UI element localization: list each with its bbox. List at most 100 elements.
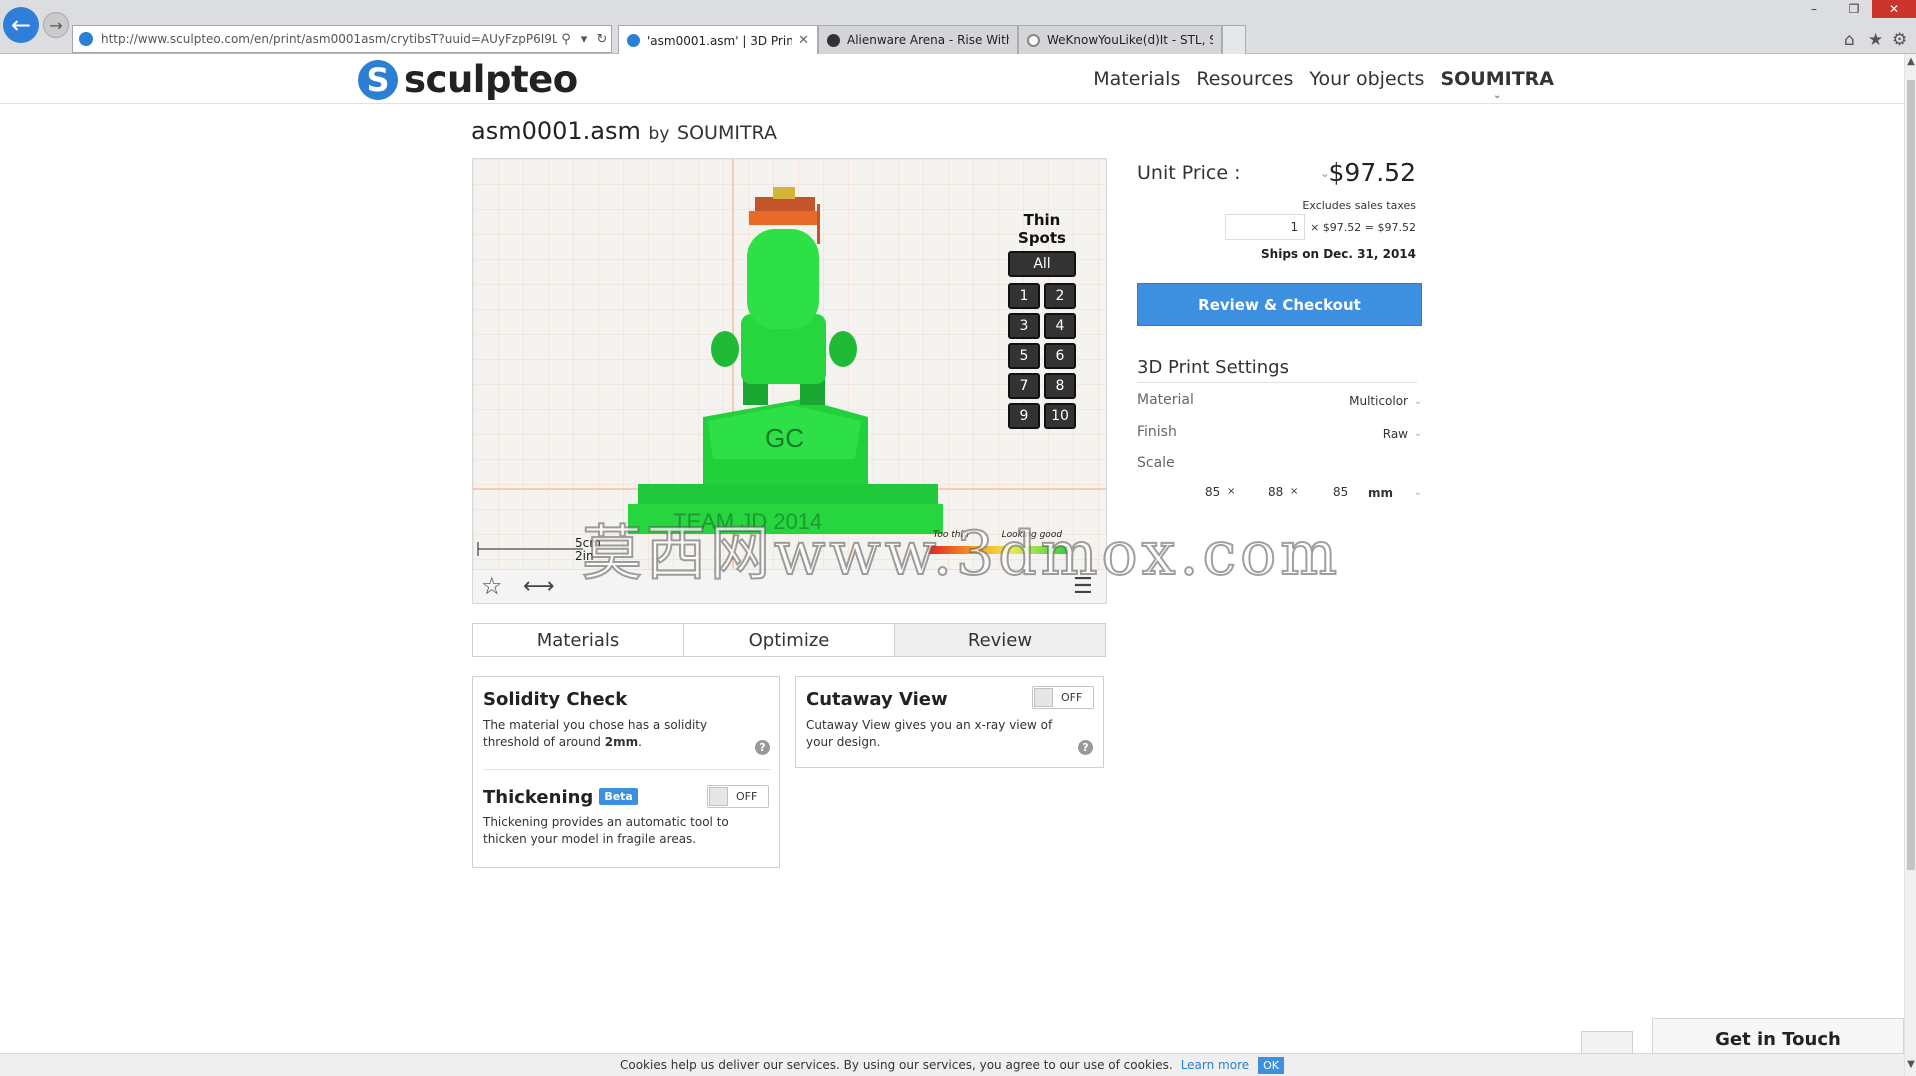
favorite-star-icon[interactable]: ☆ [481, 572, 503, 600]
thin-spot-button[interactable]: 6 [1044, 343, 1076, 369]
solidity-check-title: Solidity Check [483, 689, 628, 710]
new-tab-button[interactable] [1222, 25, 1246, 54]
thickening-text: Thickening provides an automatic tool to… [483, 815, 729, 846]
finish-select[interactable]: Raw [1383, 427, 1408, 441]
scroll-up-icon[interactable]: ▲ [1905, 56, 1916, 67]
learn-more-link[interactable]: Learn more [1181, 1058, 1249, 1072]
model-base-text: TEAM JD 2014 [673, 509, 822, 534]
address-url[interactable]: http://www.sculpteo.com/en/print/asm0001… [101, 32, 557, 46]
chevron-down-icon[interactable]: ⌄ [1414, 396, 1422, 407]
minimize-button[interactable]: – [1800, 0, 1828, 18]
user-name: SOUMITRA [1440, 68, 1554, 90]
nav-your-objects[interactable]: Your objects [1309, 68, 1424, 90]
material-select[interactable]: Multicolor [1349, 394, 1408, 408]
logo-text: sculpteo [404, 58, 578, 101]
quantity-total: × $97.52 = $97.52 [1310, 220, 1416, 234]
thin-spot-button[interactable]: 3 [1008, 313, 1040, 339]
browser-chrome: ← → http://www.sculpteo.com/en/print/asm… [0, 0, 1916, 55]
close-window-button[interactable]: ✕ [1872, 0, 1916, 18]
cutaway-view-text: Cutaway View gives you an x-ray view of … [806, 718, 1053, 749]
home-icon[interactable]: ⌂ [1844, 30, 1855, 50]
print-settings-title: 3D Print Settings [1137, 357, 1289, 378]
browser-tab-sculpteo[interactable]: 'asm0001.asm' | 3D Printing... ✕ [618, 25, 818, 55]
model-filename: asm0001.asm [471, 117, 641, 145]
thin-spot-button[interactable]: 10 [1044, 403, 1076, 429]
chevron-down-icon[interactable]: ⌄ [1414, 487, 1422, 498]
address-bar[interactable]: http://www.sculpteo.com/en/print/asm0001… [72, 25, 612, 53]
thin-spot-button[interactable]: 7 [1008, 373, 1040, 399]
material-label: Material [1137, 392, 1194, 408]
nav-materials[interactable]: Materials [1093, 68, 1180, 90]
legend-too-thin: Too thin [933, 530, 969, 540]
scale-z-input[interactable]: 85 [1333, 485, 1348, 499]
solidity-panel: Solidity Check The material you chose ha… [472, 676, 780, 868]
thin-spot-button[interactable]: 1 [1008, 283, 1040, 309]
cookie-text: Cookies help us deliver our services. By… [619, 1058, 1173, 1072]
scale-unit-select[interactable]: mm [1368, 486, 1393, 500]
thin-spots-panel: Thin Spots All 1 2 3 4 5 6 7 8 9 10 [1003, 211, 1081, 429]
cutaway-toggle[interactable]: OFF [1032, 686, 1094, 709]
scale-y-input[interactable]: 88 [1268, 485, 1283, 499]
cutaway-view-title: Cutaway View [806, 689, 948, 710]
scrollbar-thumb[interactable] [1907, 80, 1915, 870]
times-sign: × [1227, 486, 1236, 497]
solidity-text-end: . [638, 735, 642, 749]
scale-x-input[interactable]: 85 [1205, 485, 1220, 499]
page-scrollbar[interactable]: ▲ ▼ [1904, 54, 1916, 1076]
search-icon[interactable]: ⚲ [557, 32, 575, 47]
thin-spot-button[interactable]: 2 [1044, 283, 1076, 309]
help-icon[interactable]: ? [755, 740, 770, 755]
cookie-ok-button[interactable]: OK [1258, 1056, 1285, 1074]
nav-resources[interactable]: Resources [1196, 68, 1293, 90]
toggle-knob [1034, 688, 1053, 707]
sculpteo-logo[interactable]: S sculpteo [358, 58, 578, 101]
tab-label: WeKnowYouLike(d)It - STL, ST... [1047, 33, 1213, 47]
quantity-input[interactable]: 1 [1225, 214, 1306, 240]
thickening-toggle[interactable]: OFF [707, 785, 769, 808]
thin-spot-button[interactable]: 4 [1044, 313, 1076, 339]
model-author[interactable]: SOUMITRA [677, 122, 777, 144]
solidity-check-text: The material you chose has a solidity th… [483, 717, 758, 751]
solidity-threshold: 2mm [604, 735, 639, 749]
refresh-icon[interactable]: ↻ [593, 32, 611, 47]
restore-button[interactable]: ❐ [1840, 0, 1868, 18]
scale-label: Scale [1137, 455, 1175, 471]
thin-spot-all-button[interactable]: All [1008, 251, 1076, 277]
browser-tab-alienware[interactable]: Alienware Arena - Rise With Us [818, 25, 1018, 54]
close-tab-icon[interactable]: ✕ [798, 33, 809, 48]
thin-spot-button[interactable]: 9 [1008, 403, 1040, 429]
tab-optimize[interactable]: Optimize [684, 624, 895, 656]
top-navigation: Materials Resources Your objects SOUMITR… [1077, 68, 1554, 101]
favorites-star-icon[interactable]: ★ [1868, 30, 1883, 50]
thickening-title: Thickening Beta [483, 787, 638, 808]
tab-label: 'asm0001.asm' | 3D Printing... [647, 33, 793, 48]
scroll-down-icon[interactable]: ▼ [1905, 1059, 1916, 1070]
chevron-down-icon[interactable]: ⌄ [1414, 428, 1422, 439]
cookie-banner: Cookies help us deliver our services. By… [0, 1053, 1904, 1076]
user-menu[interactable]: SOUMITRA ⌄ [1440, 68, 1554, 101]
chevron-down-icon: ⌄ [1493, 90, 1502, 101]
scale-labels: 5cm 2in [575, 537, 601, 563]
dropdown-icon[interactable]: ▾ [575, 32, 593, 47]
model-label: GC [765, 423, 804, 453]
browser-tab-weknowyoulike[interactable]: WeKnowYouLike(d)It - STL, ST... [1018, 25, 1222, 54]
toggle-label: OFF [1061, 691, 1083, 704]
share-icon[interactable]: ⟷ [523, 574, 555, 599]
beta-badge: Beta [599, 787, 638, 805]
divider [483, 769, 771, 770]
site-favicon-icon [79, 32, 93, 46]
help-icon[interactable]: ? [1078, 740, 1093, 755]
viewer-settings-sliders-icon[interactable]: ☰ [1073, 574, 1093, 599]
toggle-knob [709, 787, 728, 806]
3d-viewer[interactable]: GC TEAM JD 2014 5cm 2in Too thin Looking… [472, 158, 1107, 604]
settings-gear-icon[interactable]: ⚙ [1892, 30, 1907, 50]
forward-button[interactable]: → [43, 12, 69, 38]
thin-spot-button[interactable]: 5 [1008, 343, 1040, 369]
review-checkout-button[interactable]: Review & Checkout [1137, 283, 1422, 326]
back-button[interactable]: ← [3, 7, 39, 43]
tab-review[interactable]: Review [895, 624, 1105, 656]
loading-icon [1027, 33, 1040, 47]
tab-label: Alienware Arena - Rise With Us [847, 33, 1009, 47]
tab-materials[interactable]: Materials [473, 624, 684, 656]
thin-spot-button[interactable]: 8 [1044, 373, 1076, 399]
